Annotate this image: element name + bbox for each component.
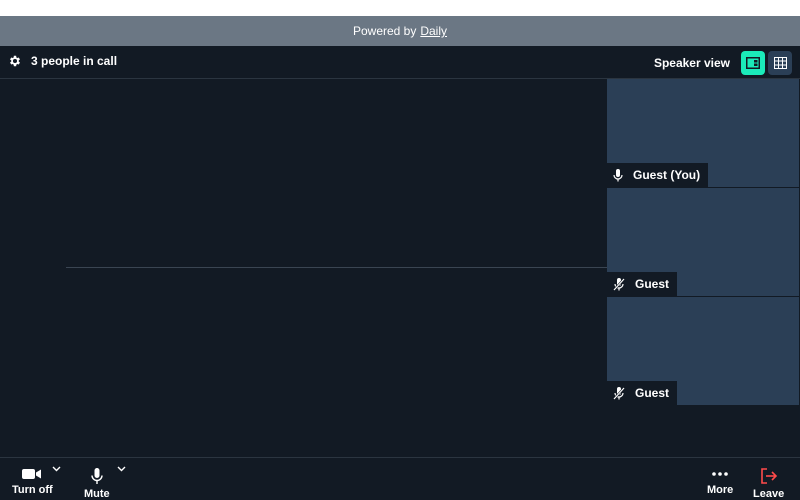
speaker-stage [0,79,607,457]
participant-tile[interactable]: Guest [607,297,799,405]
microphone-icon [91,468,103,484]
people-count: 3 people in call [31,54,118,68]
leave-icon [760,468,777,484]
view-switcher: Speaker view [654,51,792,75]
mic-options-chevron-icon[interactable] [117,466,126,472]
view-label: Speaker view [653,56,730,70]
daily-link[interactable]: Daily [420,24,447,38]
participant-name: Guest [635,277,670,291]
more-dots-icon [712,472,728,476]
banner-prefix: Powered by [352,24,417,38]
microphone-icon [613,168,623,181]
camera-icon [22,469,42,479]
more-button[interactable]: More [707,468,733,496]
call-tray: Turn off Mute More Leave [0,457,800,500]
participant-tile[interactable]: Guest [607,188,799,296]
people-indicator[interactable]: 3 people in call [8,54,117,68]
gear-icon[interactable] [8,54,22,68]
camera-options-chevron-icon[interactable] [52,466,61,472]
call-container: 3 people in call Speaker view Guest (You… [0,46,800,500]
microphone-muted-icon [613,386,625,400]
speaker-view-icon [746,57,760,69]
microphone-muted-icon [613,277,625,291]
participant-name: Guest [635,386,670,400]
participant-label: Guest [607,381,678,405]
grid-view-icon [773,57,787,69]
camera-label: Turn off [12,484,53,496]
participant-name: Guest (You) [633,168,701,182]
participant-tiles: Guest (You) Guest Guest [607,79,800,406]
mute-button[interactable]: Mute [84,468,110,500]
more-label: More [707,484,734,496]
leave-button[interactable]: Leave [753,468,784,500]
camera-button[interactable]: Turn off [12,468,53,496]
grid-view-button[interactable] [768,51,792,75]
participant-label: Guest [607,272,678,296]
call-topbar: 3 people in call Speaker view [0,46,800,79]
top-strip [0,0,800,16]
participant-tile[interactable]: Guest (You) [607,79,799,187]
speaker-view-button[interactable] [741,51,765,75]
leave-label: Leave [753,488,785,500]
participant-label: Guest (You) [607,163,709,187]
speaker-divider [66,267,607,268]
powered-by-banner: Powered by Daily [0,16,800,46]
page: Powered by Daily 3 people in call Speake… [0,0,800,500]
mute-label: Mute [84,488,110,500]
